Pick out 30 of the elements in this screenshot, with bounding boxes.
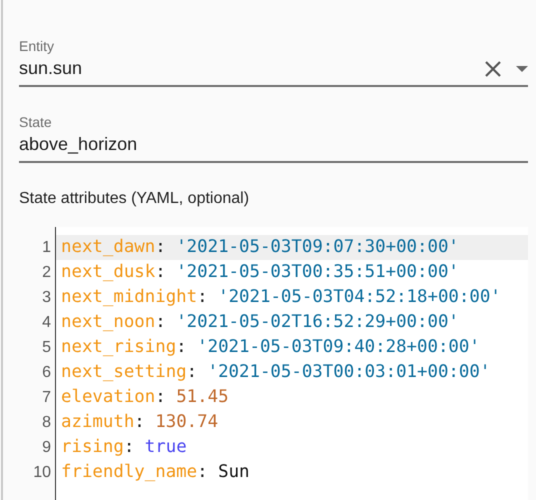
field-label: Entity [19, 38, 56, 54]
line-number: 2 [42, 263, 51, 283]
line-number: 3 [42, 288, 51, 308]
line-number: 6 [42, 363, 51, 383]
field-value: above_horizon [19, 134, 138, 155]
code-line: next_setting: '2021-05-03T00:03:01+00:00' [60, 361, 492, 384]
caret-icon [516, 66, 528, 72]
line-number: 8 [42, 413, 51, 433]
line-number: 5 [42, 338, 51, 358]
code-line: friendly_name: Sun [60, 461, 251, 484]
line-number: 7 [42, 388, 51, 408]
entity-field[interactable]: Entity sun.sun [19, 38, 528, 87]
code-line: rising: true [60, 436, 188, 459]
code-line: next_rising: '2021-05-03T09:40:28+00:00' [60, 336, 481, 359]
code-line: azimuth: 130.74 [60, 411, 220, 434]
code-line: next_noon: '2021-05-02T16:52:29+00:00' [60, 311, 460, 334]
line-number: 10 [33, 463, 51, 483]
code-line: next_dusk: '2021-05-03T00:35:51+00:00' [60, 261, 460, 284]
clear-button[interactable] [484, 60, 502, 78]
field-label: State [19, 114, 53, 130]
code-line: next_midnight: '2021-05-03T04:52:18+00:00' [60, 286, 502, 309]
code-line: elevation: 51.45 [60, 386, 230, 409]
line-number: 4 [42, 313, 51, 333]
close-icon [484, 60, 502, 78]
line-number: 1 [42, 238, 51, 258]
dropdown-button[interactable] [516, 66, 528, 72]
field-value: sun.sun [19, 58, 84, 79]
line-number: 9 [42, 438, 51, 458]
section-label: State attributes (YAML, optional) [19, 190, 250, 208]
state-field[interactable]: State above_horizon [19, 114, 528, 163]
